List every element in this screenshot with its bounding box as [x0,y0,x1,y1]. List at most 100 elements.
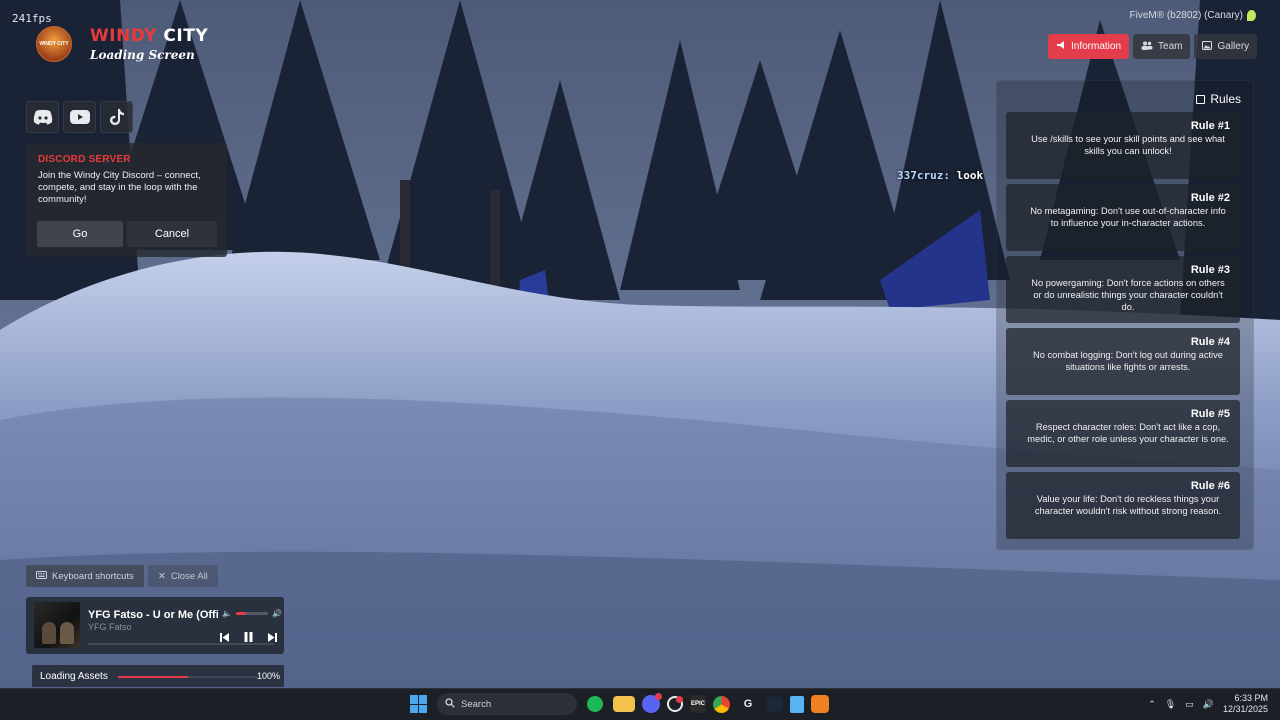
volume-low-icon: 🔈 [222,609,232,618]
rule-title: Rule #4 [1190,336,1230,348]
volume-control[interactable]: 🔈 🔊 [222,609,282,618]
close-all-label: Close All [170,570,208,582]
fps-counter: 241fps [12,12,52,25]
shortcut-bar: Keyboard shortcuts ✕ Close All [26,565,218,587]
volume-slider[interactable] [235,612,268,615]
album-cover [34,602,80,648]
folder-icon[interactable] [613,696,635,712]
tab-team[interactable]: Team [1133,34,1191,59]
server-branding: WINDY CITY WINDY CITY Loading Screen [36,26,208,62]
discord-card-heading: DISCORD SERVER [38,154,131,165]
search-placeholder: Search [461,698,492,710]
rule-title: Rule #5 [1190,408,1230,420]
windows-logo-icon [419,704,427,713]
cover-figure [42,622,56,644]
brand-subtitle: Loading Screen [90,48,195,62]
search-icon [445,697,455,711]
pause-icon[interactable] [244,632,253,645]
notepad-icon[interactable] [790,695,804,713]
steam-icon[interactable] [766,695,783,713]
song-title: YFG Fatso - U or Me (Official [88,609,218,621]
chat-message: 337cruz: look [897,169,983,182]
discord-card-actions: Go Cancel [37,221,217,247]
keyboard-shortcuts-button[interactable]: Keyboard shortcuts [26,565,144,587]
discord-icon [33,109,52,125]
rule-title: Rule #2 [1190,192,1230,204]
tab-team-label: Team [1158,41,1183,52]
start-button[interactable] [408,693,430,715]
image-icon [1196,94,1206,104]
rule-text: No combat logging: Don't log out during … [1033,350,1223,372]
brand-title: WINDY CITY [90,26,208,46]
tab-gallery[interactable]: Gallery [1194,34,1258,59]
taskbar-clock[interactable]: 6:33 PM 12/31/2025 [1223,693,1268,715]
volume-icon[interactable]: 🔊 [1203,699,1214,710]
tab-information-label: Information [1071,41,1122,52]
youtube-link-button[interactable] [63,101,96,133]
discord-invite-card: DISCORD SERVER Join the Windy City Disco… [26,143,227,257]
taskbar-apps: Search EPIC G [408,693,829,715]
rule-text: Value your life: Don't do reckless thing… [1034,494,1222,516]
playback-controls [220,632,277,645]
microphone-icon[interactable]: 🎙 [1165,699,1176,710]
notification-badge [676,696,683,703]
tiktok-link-button[interactable] [100,101,133,133]
chevron-up-icon[interactable]: ⌃ [1148,699,1156,710]
keyboard-shortcuts-label: Keyboard shortcuts [52,570,134,582]
youtube-icon [69,110,90,124]
rule-card: Rule #5 Respect character roles: Don't a… [1006,400,1240,467]
go-button[interactable]: Go [37,221,123,247]
app-icon[interactable] [667,696,683,712]
rule-title: Rule #3 [1190,264,1230,276]
rule-card: Rule #3 No powergaming: Don't force acti… [1006,256,1240,323]
loading-percent: 100% [256,671,280,681]
brand-title-accent: WINDY [90,26,157,46]
chrome-icon[interactable] [713,695,730,713]
clock-date: 12/31/2025 [1222,704,1268,714]
fivem-icon[interactable] [811,695,829,713]
loading-bar-track [118,676,258,678]
discord-icon[interactable] [642,693,662,713]
app2-icon[interactable]: G [737,693,759,715]
tab-information[interactable]: Information [1048,34,1130,59]
discord-link-button[interactable] [26,101,59,133]
song-artist: YFG Fatso [88,622,132,632]
epic-icon[interactable]: EPIC [690,695,706,713]
social-links [26,101,133,133]
rule-card: Rule #1 Use /skills to see your skill po… [1006,112,1240,179]
rules-panel: Rules Rule #1 Use /skills to see your sk… [996,80,1254,550]
notification-badge [655,693,662,700]
next-track-icon[interactable] [267,632,277,645]
spotify-icon[interactable] [587,696,603,712]
loading-progress: Loading Assets 100% [32,665,284,687]
rule-title: Rule #6 [1190,480,1230,492]
loading-bar-fill [118,676,188,678]
taskbar-search[interactable]: Search [437,693,577,715]
chat-text: look [956,169,984,182]
keyboard-icon [36,570,47,582]
system-tray: ⌃ 🎙 ▭ 🔊 6:33 PM 12/31/2025 [1148,693,1268,715]
cover-figure [60,622,74,644]
megaphone-icon [1056,40,1066,53]
server-logo: WINDY CITY [36,26,72,62]
tab-gallery-label: Gallery [1217,41,1250,52]
cancel-button[interactable]: Cancel [127,221,217,247]
previous-track-icon[interactable] [220,632,230,645]
rule-text: No powergaming: Don't force actions on o… [1031,278,1225,312]
close-all-button[interactable]: ✕ Close All [147,565,218,587]
image-icon [1202,40,1213,53]
window-title: FiveM® (b2802) (Canary) [1129,10,1256,21]
window-title-text: FiveM® (b2802) (Canary) [1129,10,1243,21]
windows-logo-icon [419,695,427,704]
brand-text: WINDY CITY Loading Screen [90,26,208,62]
windows-taskbar: Search EPIC G ⌃ 🎙 ▭ 🔊 6:33 PM 12/31/2025 [0,688,1280,720]
network-icon[interactable]: ▭ [1185,699,1194,710]
brand-title-rest: CITY [157,26,209,46]
clock-time: 6:33 PM [1234,693,1268,703]
fivem-leaf-icon [1247,10,1256,21]
volume-high-icon: 🔊 [271,609,282,618]
windows-logo-icon [410,704,418,713]
discord-card-body: Join the Windy City Discord – connect, c… [38,170,201,205]
users-icon [1141,41,1153,53]
logo-text: WINDY CITY [39,41,69,47]
